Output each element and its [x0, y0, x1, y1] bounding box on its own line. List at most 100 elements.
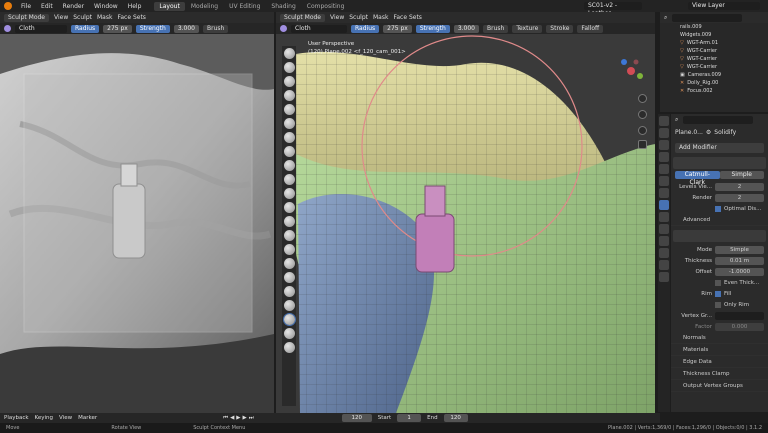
main-mode-selector[interactable]: Sculpt Mode: [280, 13, 325, 22]
ortho-toggle-icon[interactable]: [638, 140, 647, 149]
tab-uv-editing[interactable]: UV Editing: [224, 2, 265, 11]
view-layer-tab-icon[interactable]: [659, 152, 669, 162]
main-texture-menu[interactable]: Texture: [512, 24, 543, 33]
cloth-brush-icon[interactable]: [282, 313, 296, 326]
physics-tab-icon[interactable]: [659, 224, 669, 234]
tab-shading[interactable]: Shading: [266, 2, 300, 11]
constraints-tab-icon[interactable]: [659, 236, 669, 246]
checkbox-unchecked-icon[interactable]: [715, 279, 721, 286]
even-thickness-row[interactable]: Even Thick...: [671, 277, 768, 288]
scene-selector[interactable]: SC01-v2 - Leather: [584, 2, 642, 17]
menu-help[interactable]: Help: [128, 3, 142, 10]
mask-brush-icon[interactable]: [283, 328, 295, 339]
only-rim-row[interactable]: Only Rim: [671, 299, 768, 310]
clay-brush-icon[interactable]: [283, 76, 295, 87]
properties-search-input[interactable]: [683, 115, 754, 124]
main-stroke-menu[interactable]: Stroke: [546, 24, 574, 33]
inflate-brush-icon[interactable]: [283, 118, 295, 129]
material-tab-icon[interactable]: [659, 260, 669, 270]
blob-brush-icon[interactable]: [283, 132, 295, 143]
main-falloff-menu[interactable]: Falloff: [577, 24, 604, 33]
subsurf-modifier-header[interactable]: [673, 157, 766, 169]
outliner-item[interactable]: ▽ WGT-Carrier: [660, 47, 768, 55]
pose-brush-icon[interactable]: [283, 272, 295, 283]
blender-logo-icon[interactable]: [4, 2, 12, 10]
output-tab-icon[interactable]: [659, 140, 669, 150]
tab-catmull-clark[interactable]: Catmull-Clark: [675, 171, 720, 186]
object-tab-icon[interactable]: [659, 188, 669, 198]
particles-tab-icon[interactable]: [659, 212, 669, 222]
checkbox-checked-icon[interactable]: [715, 290, 721, 297]
outliner-item[interactable]: ▽ WGT-Carrier: [660, 55, 768, 63]
end-frame-field[interactable]: 120: [443, 414, 468, 422]
pan-icon[interactable]: [638, 110, 647, 119]
modifier-tab-icon[interactable]: [659, 200, 669, 210]
factor-field[interactable]: 0.000: [715, 322, 764, 331]
render-tab-icon[interactable]: [659, 128, 669, 138]
checkbox-checked-icon[interactable]: [715, 205, 721, 212]
checkbox-unchecked-icon[interactable]: [715, 301, 721, 308]
add-modifier-button[interactable]: Add Modifier: [675, 143, 764, 153]
tab-layout[interactable]: Layout: [154, 1, 185, 11]
annotate-icon[interactable]: [283, 342, 295, 353]
outliner-item[interactable]: ▽ WGT-Arm.01: [660, 39, 768, 47]
left-menu-view[interactable]: View: [54, 14, 68, 21]
outliner-search-input[interactable]: [672, 13, 743, 22]
menu-render[interactable]: Render: [63, 3, 84, 10]
left-mode-selector[interactable]: Sculpt Mode: [4, 13, 49, 22]
draw-sharp-brush-icon[interactable]: [283, 62, 295, 73]
outliner-item[interactable]: Widgets.009: [660, 31, 768, 39]
fill-brush-icon[interactable]: [283, 188, 295, 199]
main-brush-name[interactable]: Cloth: [291, 24, 347, 33]
clay-strips-brush-icon[interactable]: [283, 90, 295, 101]
timeline-playback-menu[interactable]: Playback: [4, 415, 29, 421]
navigation-gizmo[interactable]: [616, 56, 646, 86]
current-frame-field[interactable]: 120: [341, 414, 372, 422]
menu-file[interactable]: File: [21, 3, 31, 10]
main-viewport[interactable]: Sculpt Mode View Sculpt Mask Face Sets C…: [276, 12, 655, 413]
rotate-brush-icon[interactable]: [283, 300, 295, 311]
main-radius-field[interactable]: 275 px: [383, 24, 412, 33]
start-frame-field[interactable]: 1: [397, 414, 422, 422]
left-radius-field[interactable]: 275 px: [103, 24, 132, 33]
outliner-item[interactable]: ✕ Focus.002: [660, 87, 768, 95]
view-layer-selector[interactable]: View Layer: [688, 2, 760, 10]
edge-data-section[interactable]: Edge Data: [671, 356, 768, 368]
tab-compositing[interactable]: Compositing: [302, 2, 350, 11]
layer-brush-icon[interactable]: [283, 104, 295, 115]
grab-brush-icon[interactable]: [283, 230, 295, 241]
smooth-brush-icon[interactable]: [283, 160, 295, 171]
timeline-marker-menu[interactable]: Marker: [78, 415, 97, 421]
timeline-keying-menu[interactable]: Keying: [35, 415, 53, 421]
thumb-brush-icon[interactable]: [283, 258, 295, 269]
render-levels-field[interactable]: 2: [715, 193, 764, 202]
mode-dropdown[interactable]: Simple: [715, 245, 764, 254]
thickness-field[interactable]: 0.01 m: [715, 256, 764, 265]
main-menu-sculpt[interactable]: Sculpt: [349, 14, 368, 21]
left-viewport[interactable]: Sculpt Mode View Sculpt Mask Face Sets C…: [0, 12, 274, 413]
offset-field[interactable]: -1.0000: [715, 267, 764, 276]
advanced-section[interactable]: Advanced: [671, 214, 768, 226]
scene-tab-icon[interactable]: [659, 164, 669, 174]
zoom-icon[interactable]: [638, 94, 647, 103]
left-menu-sculpt[interactable]: Sculpt: [73, 14, 92, 21]
texture-tab-icon[interactable]: [659, 272, 669, 282]
main-menu-face-sets[interactable]: Face Sets: [393, 14, 421, 21]
left-brush-name[interactable]: Cloth: [15, 24, 67, 33]
camera-view-icon[interactable]: [638, 126, 647, 135]
left-menu-mask[interactable]: Mask: [97, 14, 112, 21]
left-strength-field[interactable]: 3.000: [173, 24, 199, 33]
snake-hook-brush-icon[interactable]: [283, 244, 295, 255]
output-vertex-groups-section[interactable]: Output Vertex Groups: [671, 380, 768, 392]
data-tab-icon[interactable]: [659, 248, 669, 258]
menu-edit[interactable]: Edit: [41, 3, 53, 10]
left-brush-menu[interactable]: Brush: [203, 24, 229, 33]
materials-section[interactable]: Materials: [671, 344, 768, 356]
flatten-brush-icon[interactable]: [283, 174, 295, 185]
left-menu-face-sets[interactable]: Face Sets: [117, 14, 145, 21]
menu-window[interactable]: Window: [94, 3, 118, 10]
thickness-clamp-section[interactable]: Thickness Clamp: [671, 368, 768, 380]
outliner-item[interactable]: ▣ Cameras.009: [660, 71, 768, 79]
crease-brush-icon[interactable]: [283, 146, 295, 157]
scrape-brush-icon[interactable]: [283, 202, 295, 213]
